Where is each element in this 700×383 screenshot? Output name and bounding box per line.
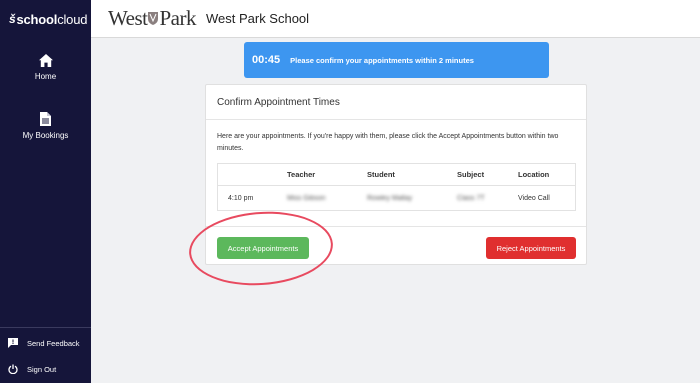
schoolcloud-logo-bold: school bbox=[16, 11, 58, 27]
appointment-subject: Class 7T bbox=[457, 194, 485, 202]
column-header-subject: Subject bbox=[457, 170, 485, 179]
appointment-location: Video Call bbox=[518, 194, 550, 202]
logo-text-park: Park bbox=[159, 6, 196, 30]
sidebar-item-label: Home bbox=[34, 72, 57, 81]
schoolcloud-logo-mark: š bbox=[9, 12, 16, 26]
school-name: West Park School bbox=[205, 11, 310, 26]
sidebar-item-label: My Bookings bbox=[22, 131, 69, 140]
card-footer: Accept Appointments Reject Appointments bbox=[206, 226, 586, 265]
intro-text: Here are your appointments. If you're ha… bbox=[217, 133, 559, 152]
schoolcloud-logo-rest: cloud bbox=[57, 11, 88, 27]
home-icon bbox=[38, 54, 53, 67]
countdown-message: Please confirm your appointments within … bbox=[290, 55, 474, 65]
column-header-location: Location bbox=[518, 170, 550, 179]
column-header-teacher: Teacher bbox=[287, 170, 316, 179]
sign-out-link[interactable]: Sign Out bbox=[0, 359, 91, 379]
column-header-student: Student bbox=[367, 170, 395, 179]
countdown-banner: 00:45 Please confirm your appointments w… bbox=[244, 42, 549, 78]
reject-appointments-button[interactable]: Reject Appointments bbox=[486, 237, 576, 259]
sign-out-label: Sign Out bbox=[27, 364, 57, 374]
sidebar-item-home[interactable]: Home bbox=[0, 54, 91, 81]
sidebar-item-my-bookings[interactable]: My Bookings bbox=[0, 112, 91, 140]
appointment-teacher: Miss Gibson bbox=[287, 194, 326, 202]
appointment-time: 4:10 pm bbox=[228, 194, 254, 202]
table-row: 4:10 pm Miss Gibson Rowley Mallay Class … bbox=[218, 186, 575, 210]
sidebar-divider bbox=[0, 327, 91, 328]
card-title: Confirm Appointment Times bbox=[206, 85, 586, 120]
logo-text-west: West bbox=[108, 6, 148, 30]
send-feedback-label: Send Feedback bbox=[27, 338, 80, 348]
feedback-icon bbox=[8, 338, 18, 348]
crest-icon bbox=[148, 12, 159, 25]
appointment-student: Rowley Mallay bbox=[367, 194, 413, 202]
countdown-timer: 00:45 bbox=[252, 54, 281, 66]
header: West Park West Park School bbox=[91, 0, 700, 38]
power-icon bbox=[8, 364, 18, 374]
document-icon bbox=[40, 112, 51, 126]
table-header: Teacher Student Subject Location bbox=[218, 164, 575, 186]
confirm-appointments-card: Confirm Appointment Times Here are your … bbox=[205, 84, 587, 265]
accept-appointments-button[interactable]: Accept Appointments bbox=[217, 237, 309, 259]
west-park-logo: West Park bbox=[108, 6, 196, 31]
send-feedback-link[interactable]: Send Feedback bbox=[0, 333, 91, 353]
appointments-table: Teacher Student Subject Location 4:10 pm… bbox=[217, 163, 576, 211]
schoolcloud-logo[interactable]: š school cloud bbox=[0, 0, 91, 38]
sidebar: š school cloud Home My Bookings Send Fee… bbox=[0, 0, 91, 383]
